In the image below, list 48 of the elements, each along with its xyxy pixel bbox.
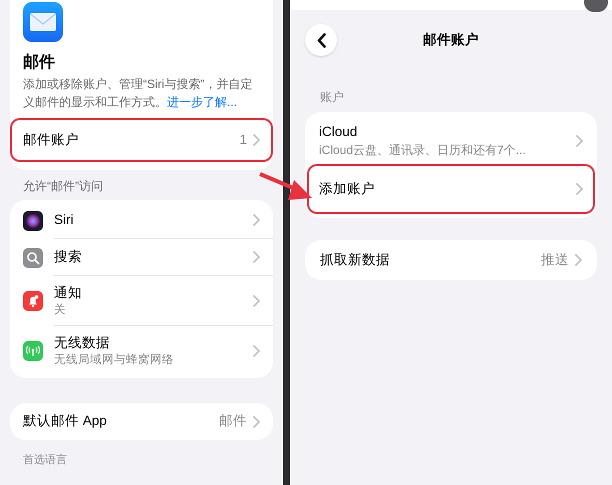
settings-row[interactable]: Siri: [23, 202, 273, 239]
row-label: 邮件账户: [23, 130, 79, 149]
row-value: 邮件: [219, 412, 247, 430]
chevron-icon: [576, 135, 583, 147]
row-label: 默认邮件 App: [23, 412, 107, 430]
row-subtitle: iCloud云盘、通讯录、日历和还有7个...: [319, 142, 526, 159]
chevron-icon: [253, 134, 260, 146]
account-row[interactable]: iCloud iCloud云盘、通讯录、日历和还有7个...: [309, 116, 593, 166]
row-subtitle: 关: [54, 302, 67, 318]
settings-row[interactable]: 通知 关: [23, 276, 273, 326]
section-header: 账户: [319, 89, 345, 106]
back-button[interactable]: [305, 24, 337, 56]
bell-icon: [23, 291, 43, 311]
antenna-icon: [23, 341, 43, 361]
chevron-icon: [253, 345, 260, 357]
chevron-icon: [575, 254, 582, 266]
chevron-icon: [253, 214, 260, 226]
row-subtitle: 无线局域网与蜂窝网络: [54, 352, 174, 368]
row-label: 抓取新数据: [320, 250, 390, 269]
app-title: 邮件: [23, 52, 56, 73]
chevron-icon: [253, 416, 260, 428]
fetch-new-data-row[interactable]: 抓取新数据 推送: [305, 240, 597, 280]
row-label: iCloud: [319, 123, 358, 141]
row-label: 搜索: [54, 248, 82, 266]
annotation-arrow: [259, 172, 312, 200]
learn-more-link[interactable]: 进一步了解...: [167, 95, 238, 109]
chevron-icon: [576, 183, 583, 195]
page-title: 邮件账户: [423, 30, 479, 49]
app-description: 添加或移除账户、管理“Siri与搜索”，并自定义邮件的显示和工作方式。进一步了解...: [23, 76, 254, 111]
chevron-icon: [253, 251, 260, 263]
mail-accounts-row[interactable]: 邮件账户 1: [12, 120, 271, 160]
row-value: 推送: [541, 250, 569, 269]
row-label: 添加账户: [319, 180, 375, 198]
section-header: 允许“邮件”访问: [22, 178, 104, 195]
row-label: 无线数据: [54, 334, 111, 352]
row-label: 通知: [54, 284, 82, 302]
back-chevron-icon: [316, 32, 326, 48]
default-mail-app-row[interactable]: 默认邮件 App 邮件: [10, 403, 273, 440]
row-value: 1: [239, 130, 247, 149]
section-header: 首选语言: [22, 453, 68, 467]
account-row[interactable]: 添加账户: [309, 166, 593, 212]
search-icon: [23, 248, 43, 268]
settings-row[interactable]: 无线数据 无线局域网与蜂窝网络: [23, 326, 273, 376]
settings-row[interactable]: 搜索: [23, 239, 273, 276]
mail-app-icon: [23, 2, 63, 42]
siri-orb-icon: [23, 210, 43, 230]
row-label: Siri: [54, 211, 74, 229]
chevron-icon: [253, 294, 260, 306]
